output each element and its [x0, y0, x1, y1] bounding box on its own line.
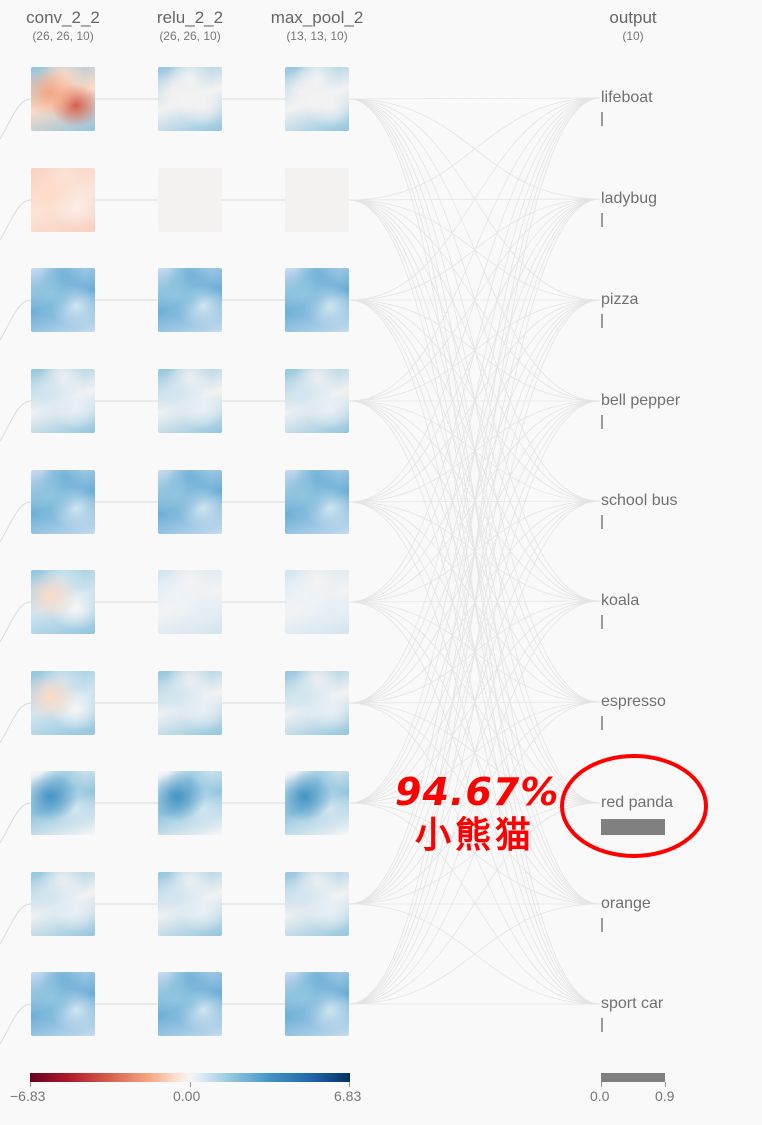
output-scale-legend	[601, 1073, 665, 1082]
output-label-orange[interactable]: orange	[601, 894, 651, 914]
legend-tick	[349, 1082, 350, 1087]
connection-line	[0, 903, 32, 945]
prediction-annotation: 94.67% 小熊猫	[395, 770, 560, 858]
output-legend-min-label: 0.0	[590, 1088, 610, 1104]
output-label-ladybug[interactable]: ladybug	[601, 189, 657, 209]
legend-max-label: 6.83	[334, 1088, 362, 1104]
connection-line	[0, 1003, 32, 1045]
output-label-koala[interactable]: koala	[601, 591, 639, 611]
feature-map-pool-0[interactable]	[285, 67, 349, 131]
output-probability-bar	[601, 615, 603, 629]
column-shape: (13, 13, 10)	[286, 29, 348, 43]
feature-map-relu-4[interactable]	[158, 470, 222, 534]
feature-map-relu-0[interactable]	[158, 67, 222, 131]
connection-line	[0, 400, 32, 442]
column-shape: (10)	[622, 29, 644, 43]
column-title: output	[609, 8, 657, 27]
legend-min-label: −6.83	[10, 1088, 46, 1104]
feature-map-pool-2[interactable]	[285, 268, 349, 332]
column-title: max_pool_2	[270, 8, 364, 27]
connection-lines	[0, 97, 601, 1045]
output-probability-bar	[601, 112, 603, 126]
feature-map-relu-9[interactable]	[158, 972, 222, 1036]
feature-map-pool-8[interactable]	[285, 872, 349, 936]
output-probability-bar	[601, 515, 603, 529]
feature-map-pool-6[interactable]	[285, 671, 349, 735]
connection-line	[0, 98, 32, 140]
feature-map-pool-7[interactable]	[285, 771, 349, 835]
legend-tick	[665, 1082, 666, 1087]
feature-map-conv-3[interactable]	[31, 369, 95, 433]
output-label-sport-car[interactable]: sport car	[601, 994, 663, 1014]
feature-map-conv-1[interactable]	[31, 168, 95, 232]
output-label-espresso[interactable]: espresso	[601, 692, 666, 712]
feature-map-conv-6[interactable]	[31, 671, 95, 735]
feature-map-relu-6[interactable]	[158, 671, 222, 735]
output-probability-bar	[601, 918, 603, 932]
output-label-bell-pepper[interactable]: bell pepper	[601, 391, 680, 411]
feature-map-conv-5[interactable]	[31, 570, 95, 634]
connection-line	[0, 299, 32, 341]
output-probability-bar	[601, 415, 603, 429]
legend-tick	[601, 1082, 602, 1087]
feature-map-relu-7[interactable]	[158, 771, 222, 835]
output-label-lifeboat[interactable]: lifeboat	[601, 88, 653, 108]
feature-map-conv-2[interactable]	[31, 268, 95, 332]
connection-line	[348, 97, 601, 100]
output-probability-bar	[601, 213, 603, 227]
column-shape: (26, 26, 10)	[32, 29, 94, 43]
connection-line	[0, 702, 32, 744]
column-header-relu[interactable]: relu_2_2 (26, 26, 10)	[125, 8, 255, 44]
legend-tick	[30, 1082, 31, 1087]
connection-line	[0, 601, 32, 643]
connection-line	[0, 501, 32, 543]
legend-tick	[190, 1082, 191, 1087]
output-probability-bar	[601, 1018, 603, 1032]
feature-map-conv-9[interactable]	[31, 972, 95, 1036]
feature-map-relu-8[interactable]	[158, 872, 222, 936]
feature-map-relu-5[interactable]	[158, 570, 222, 634]
connection-line	[348, 97, 601, 603]
connection-line	[348, 299, 601, 1005]
connection-line	[0, 199, 32, 241]
prediction-percent: 94.67%	[395, 770, 560, 814]
feature-map-pool-3[interactable]	[285, 369, 349, 433]
connection-line	[348, 97, 601, 402]
feature-map-conv-0[interactable]	[31, 67, 95, 131]
output-legend-max-label: 0.9	[655, 1088, 675, 1104]
feature-map-pool-1[interactable]	[285, 168, 349, 232]
column-title: conv_2_2	[26, 8, 100, 27]
legend-mid-label: 0.00	[173, 1088, 201, 1104]
feature-map-conv-7[interactable]	[31, 771, 95, 835]
column-title: relu_2_2	[156, 8, 224, 27]
column-header-maxpool[interactable]: max_pool_2 (13, 13, 10)	[252, 8, 382, 44]
output-label-pizza[interactable]: pizza	[601, 290, 638, 310]
feature-map-relu-3[interactable]	[158, 369, 222, 433]
connection-line	[0, 802, 32, 844]
highlight-ellipse	[560, 754, 708, 858]
column-header-conv[interactable]: conv_2_2 (26, 26, 10)	[0, 8, 128, 44]
feature-map-relu-2[interactable]	[158, 268, 222, 332]
column-header-output[interactable]: output (10)	[568, 8, 698, 44]
feature-map-conv-8[interactable]	[31, 872, 95, 936]
feature-map-pool-4[interactable]	[285, 470, 349, 534]
cnn-visualizer: conv_2_2 (26, 26, 10) relu_2_2 (26, 26, …	[0, 0, 762, 1125]
output-probability-bar	[601, 314, 603, 328]
feature-map-pool-5[interactable]	[285, 570, 349, 634]
feature-map-relu-1[interactable]	[158, 168, 222, 232]
feature-map-pool-9[interactable]	[285, 972, 349, 1036]
prediction-chinese-label: 小熊猫	[414, 815, 535, 856]
feature-map-conv-4[interactable]	[31, 470, 95, 534]
column-shape: (26, 26, 10)	[159, 29, 221, 43]
output-probability-bar	[601, 716, 603, 730]
connection-line	[348, 97, 601, 1005]
output-label-school-bus[interactable]: school bus	[601, 491, 678, 511]
color-scale-legend	[30, 1073, 350, 1082]
